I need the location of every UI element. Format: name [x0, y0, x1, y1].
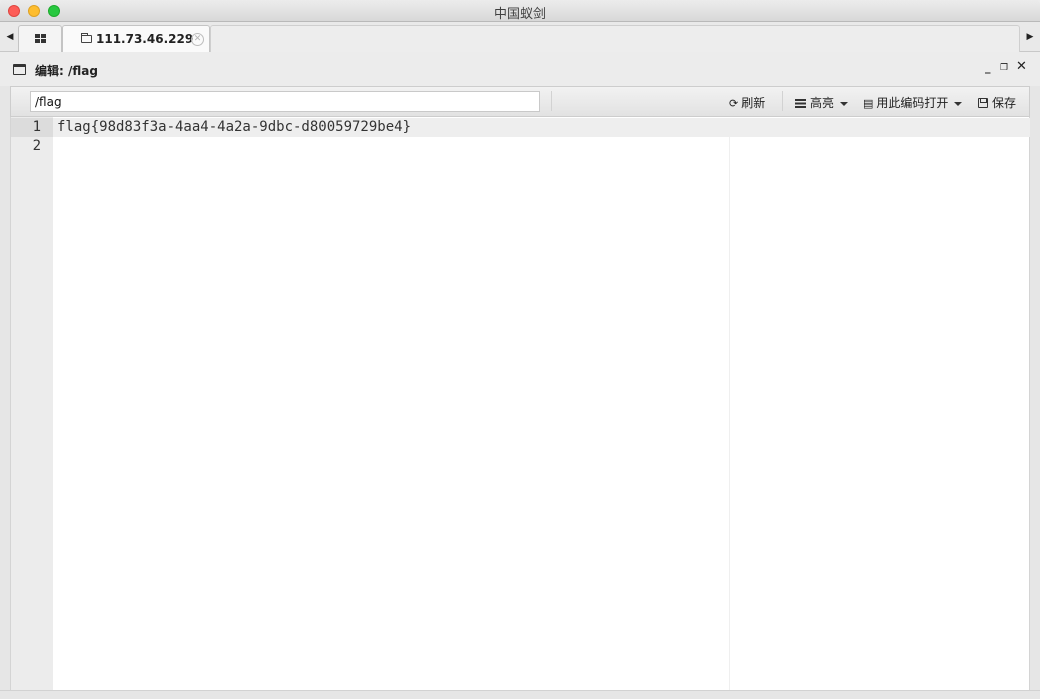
window-title: 中国蚁剑: [493, 7, 546, 22]
refresh-button[interactable]: ⟳ 刷新: [729, 94, 765, 111]
panel-title: 编辑: /flag: [35, 64, 98, 78]
editor-toolbar: ⟳刷新 高亮 ▤用此编码打开 保存: [10, 86, 1030, 117]
print-margin: [729, 137, 730, 690]
save-icon: [978, 98, 988, 108]
panel-header: 编辑: /flag _ ❐ ✕: [0, 52, 1040, 86]
encoding-label: 用此编码打开: [876, 96, 949, 110]
highlight-dropdown[interactable]: 高亮: [795, 94, 849, 111]
app-window: 中国蚁剑 ◀ 111.73.46.229 ✕ ▶ 编辑: /flag _ ❐ ✕…: [0, 0, 1040, 699]
window-icon: [13, 64, 26, 75]
encoding-book-icon: ▤: [863, 97, 874, 110]
tab-scroll-left-icon[interactable]: ◀: [3, 28, 17, 46]
refresh-label: 刷新: [741, 96, 766, 110]
refresh-icon: ⟳: [729, 97, 739, 110]
save-label: 保存: [992, 96, 1017, 110]
tab-host-label: 111.73.46.229: [96, 32, 194, 46]
panel-close-icon[interactable]: ✕: [1016, 59, 1027, 74]
tab-strip-empty: [210, 25, 1020, 52]
code-line[interactable]: flag{98d83f3a-4aa4-4a2a-9dbc-d80059729be…: [57, 119, 411, 135]
tab-bar: ◀ 111.73.46.229 ✕ ▶: [0, 22, 1040, 52]
chevron-down-icon: [840, 101, 849, 106]
grid-icon: [35, 34, 47, 44]
chevron-down-icon: [954, 101, 963, 106]
line-gutter: [11, 117, 53, 690]
list-icon: [795, 99, 806, 108]
panel-minimize-icon[interactable]: _: [985, 61, 991, 74]
title-bar: 中国蚁剑: [0, 0, 1040, 22]
tab-home[interactable]: [18, 25, 62, 52]
code-editor[interactable]: 1 2 flag{98d83f3a-4aa4-4a2a-9dbc-d800597…: [10, 117, 1030, 690]
line-number: 2: [32, 138, 41, 154]
tab-close-icon[interactable]: ✕: [191, 33, 204, 46]
highlight-label: 高亮: [810, 96, 835, 110]
tab-host[interactable]: 111.73.46.229 ✕: [62, 25, 210, 52]
path-input[interactable]: [30, 91, 540, 112]
folder-icon: [81, 33, 92, 43]
toolbar-separator: [551, 91, 552, 111]
panel-restore-icon[interactable]: ❐: [1000, 63, 1008, 73]
bottom-border: [0, 690, 1040, 699]
toolbar-separator: [782, 91, 783, 111]
encoding-dropdown[interactable]: ▤ 用此编码打开: [863, 94, 963, 111]
save-button[interactable]: 保存: [978, 94, 1016, 111]
line-number: 1: [32, 119, 41, 135]
tab-scroll-right-icon[interactable]: ▶: [1023, 28, 1037, 46]
